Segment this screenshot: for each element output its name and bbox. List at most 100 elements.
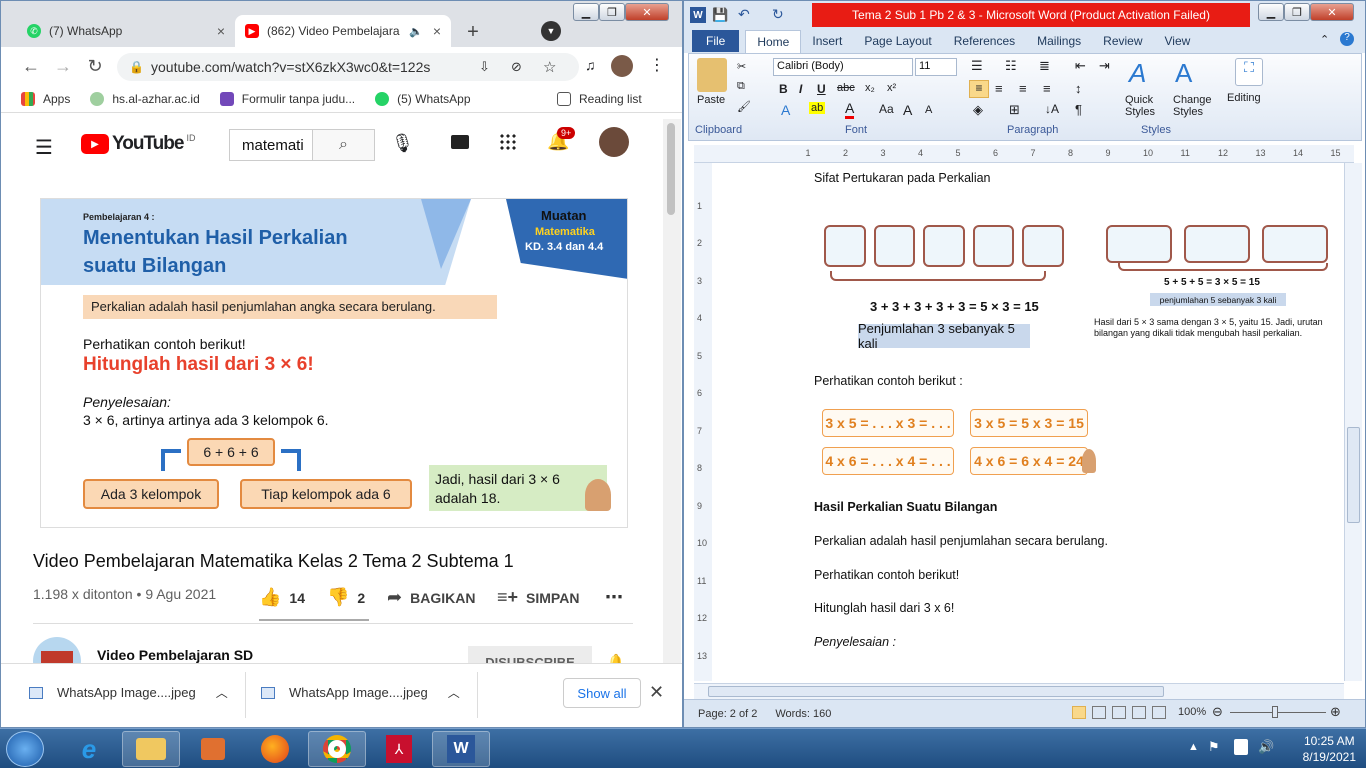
audio-icon[interactable]: 🔈 — [409, 25, 423, 38]
shrink-font-icon[interactable]: A — [925, 104, 932, 116]
taskbar-acrobat[interactable]: ⅄ — [370, 731, 428, 767]
change-styles-icon[interactable]: A — [1175, 58, 1192, 89]
channel-name[interactable]: Video Pembelajaran SD — [97, 647, 253, 663]
network-icon[interactable] — [1234, 739, 1248, 755]
horizontal-ruler[interactable]: 1 2 3 4 5 6 7 8 9 10 11 12 13 14 15 — [694, 145, 1354, 163]
bullets-icon[interactable]: ☰ — [971, 58, 983, 74]
zoom-in-icon[interactable]: ⊕ — [1330, 704, 1341, 720]
volume-icon[interactable]: 🔊 — [1258, 739, 1274, 755]
share-button[interactable]: ➦ BAGIKAN — [387, 587, 475, 608]
quick-styles-label[interactable]: Quick Styles — [1125, 94, 1165, 118]
undo-icon[interactable]: ↶ — [738, 6, 750, 23]
bookmark-form[interactable]: Formulir tanpa judu... — [219, 91, 355, 106]
word-app-icon[interactable]: W — [690, 7, 706, 23]
draft-icon[interactable] — [1152, 706, 1166, 719]
bookmark-whatsapp[interactable]: (5) WhatsApp — [375, 91, 471, 106]
tab-home[interactable]: Home — [745, 29, 802, 53]
italic-icon[interactable]: I — [799, 82, 802, 96]
taskbar-firefox[interactable] — [246, 731, 304, 767]
underline-icon[interactable]: U — [817, 82, 826, 96]
numbering-icon[interactable]: ☷ — [1005, 58, 1017, 74]
save-button[interactable]: ≡+ SIMPAN — [497, 587, 579, 608]
apps-grid-icon[interactable] — [499, 133, 517, 151]
hamburger-icon[interactable]: ☰ — [35, 135, 53, 160]
save-icon[interactable]: 💾 — [712, 7, 728, 23]
strikethrough-icon[interactable]: abc — [837, 82, 855, 94]
media-icon[interactable]: ♫ — [585, 57, 596, 73]
new-tab-button[interactable]: + — [459, 18, 487, 46]
tab-page-layout[interactable]: Page Layout — [853, 34, 942, 48]
tab-whatsapp[interactable]: ✆ (7) WhatsApp × — [17, 15, 235, 47]
paste-icon[interactable] — [697, 58, 727, 92]
show-marks-icon[interactable]: ¶ — [1075, 102, 1082, 117]
editing-label[interactable]: Editing — [1227, 92, 1261, 104]
close-button[interactable]: ✕ — [625, 3, 669, 21]
align-right-icon[interactable]: ≡ — [1019, 81, 1027, 96]
restore-button[interactable]: ❐ — [1284, 3, 1310, 21]
system-clock[interactable]: 10:25 AM 8/19/2021 — [1303, 733, 1356, 765]
reload-icon[interactable]: ↻ — [79, 56, 111, 77]
tab-mailings[interactable]: Mailings — [1026, 34, 1092, 48]
taskbar-media[interactable] — [184, 731, 242, 767]
search-button[interactable]: ⌕ — [312, 130, 374, 160]
tab-search-icon[interactable]: ▼ — [541, 21, 561, 41]
zoom-level[interactable]: 100% — [1178, 706, 1206, 718]
document-page[interactable]: Sifat Pertukaran pada Perkalian 3 + 3 + … — [718, 163, 1342, 681]
line-spacing-icon[interactable]: ↕ — [1075, 81, 1082, 96]
menu-icon[interactable]: ⋮ — [649, 55, 665, 75]
tab-review[interactable]: Review — [1092, 34, 1153, 48]
shading-icon[interactable]: ◈ — [973, 102, 983, 118]
align-center-icon[interactable]: ≡ — [995, 81, 1003, 96]
multilevel-list-icon[interactable]: ≣ — [1039, 58, 1050, 74]
quick-styles-icon[interactable]: A — [1129, 58, 1146, 89]
font-name-select[interactable]: Calibri (Body) — [773, 58, 913, 76]
tab-file[interactable]: File — [692, 30, 740, 52]
cut-icon[interactable]: ✂ — [737, 60, 746, 73]
taskbar-ie[interactable]: e — [60, 731, 118, 767]
tab-references[interactable]: References — [943, 34, 1026, 48]
show-all-button[interactable]: Show all — [563, 678, 641, 708]
page-count[interactable]: Page: 2 of 2 — [698, 708, 757, 720]
binoculars-icon[interactable]: ⛶ — [1235, 58, 1263, 86]
start-button[interactable] — [6, 731, 44, 767]
redo-icon[interactable]: ↻ — [772, 6, 784, 23]
chevron-up-icon[interactable]: ︿ — [448, 684, 460, 701]
change-styles-label[interactable]: Change Styles — [1173, 94, 1217, 118]
back-icon[interactable]: ← — [15, 56, 47, 77]
video-player[interactable]: Pembelajaran 4 : Menentukan Hasil Perkal… — [40, 198, 628, 528]
page-scrollbar[interactable] — [663, 119, 681, 663]
eye-off-icon[interactable]: ⊘ — [511, 59, 522, 75]
copy-icon[interactable]: ⧉ — [737, 80, 745, 93]
zoom-slider-thumb[interactable] — [1272, 706, 1278, 718]
search-box[interactable]: ⌕ — [229, 129, 375, 161]
tab-youtube[interactable]: ▶ (862) Video Pembelajara 🔈 × — [235, 15, 451, 47]
minimize-button[interactable]: ▁ — [573, 3, 599, 21]
flag-icon[interactable]: ⚑ — [1208, 739, 1220, 755]
highlight-icon[interactable]: ab — [809, 102, 826, 114]
justify-icon[interactable]: ≡ — [1043, 81, 1051, 96]
tab-view[interactable]: View — [1154, 34, 1202, 48]
font-size-select[interactable]: 11 — [915, 58, 957, 76]
word-count[interactable]: Words: 160 — [775, 708, 831, 720]
font-color-icon[interactable]: A — [845, 100, 855, 119]
sort-icon[interactable]: ↓A — [1045, 102, 1059, 116]
taskbar-word[interactable]: W — [432, 731, 490, 767]
print-layout-icon[interactable] — [1072, 706, 1086, 719]
bold-icon[interactable]: B — [779, 82, 788, 96]
zoom-out-icon[interactable]: ⊖ — [1212, 704, 1223, 720]
minimize-ribbon-icon[interactable]: ⌃ — [1320, 33, 1329, 46]
more-icon[interactable]: ⋯ — [605, 587, 623, 608]
scroll-thumb[interactable] — [1347, 427, 1360, 523]
close-tab-icon[interactable]: × — [217, 23, 225, 39]
align-left-icon[interactable]: ≡ — [969, 80, 989, 98]
vertical-scrollbar[interactable] — [1344, 163, 1362, 681]
web-layout-icon[interactable] — [1112, 706, 1126, 719]
search-input[interactable] — [230, 130, 312, 160]
reading-list[interactable]: Reading list — [557, 91, 642, 106]
download-item[interactable]: WhatsApp Image....jpeg ︿ — [261, 684, 460, 701]
profile-avatar[interactable] — [611, 55, 633, 77]
forward-icon[interactable]: → — [47, 56, 79, 77]
taskbar-chrome[interactable] — [308, 731, 366, 767]
show-hidden-icons[interactable]: ▲ — [1188, 741, 1199, 753]
bookmark-alazhar[interactable]: hs.al-azhar.ac.id — [90, 91, 200, 106]
